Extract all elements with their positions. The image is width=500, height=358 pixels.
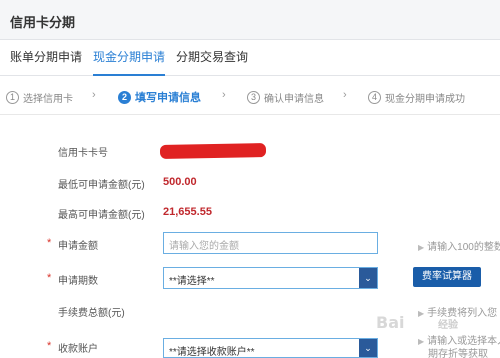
chevron-down-icon[interactable]: ⌄: [359, 268, 377, 288]
step-number: 2: [118, 90, 131, 104]
min-amount-row: 最低可申请金额(元) 500.00: [0, 176, 500, 196]
step-select-card: 1 选择信用卡: [6, 89, 73, 105]
step-number: 3: [247, 90, 260, 104]
apply-amount-input[interactable]: 请输入您的金额: [163, 232, 378, 254]
step-indicator: 1 选择信用卡 › 2 填写申请信息 › 3 确认申请信息 › 4 现金分期申请…: [0, 77, 500, 115]
max-amount-row: 最高可申请金额(元) 21,655.55: [0, 206, 500, 226]
max-amount-label: 最高可申请金额(元): [58, 210, 145, 221]
max-amount-value: 21,655.55: [163, 206, 212, 218]
step-label: 填写申请信息: [135, 92, 201, 104]
caret-right-icon: ▶: [418, 337, 425, 346]
step-label: 选择信用卡: [23, 93, 73, 105]
step-number: 4: [368, 90, 381, 104]
period-select[interactable]: **请选择** ⌄: [163, 267, 378, 289]
tab-cash-installment[interactable]: 现金分期申请: [93, 40, 166, 76]
chevron-right-icon: ›: [92, 89, 96, 101]
required-mark: *: [47, 237, 52, 249]
chevron-right-icon: ›: [343, 89, 347, 101]
chevron-down-icon[interactable]: ⌄: [359, 339, 377, 357]
fee-total-label: 手续费总额(元): [58, 308, 125, 319]
account-select[interactable]: **请选择收款账户** ⌄: [163, 338, 378, 358]
fee-calculator-button[interactable]: 费率试算器: [413, 267, 481, 287]
step-number: 1: [6, 90, 19, 104]
required-mark: *: [47, 340, 52, 352]
account-label: 收款账户: [58, 344, 98, 355]
caret-right-icon: ▶: [418, 243, 425, 252]
card-number-label: 信用卡卡号: [58, 148, 108, 159]
baidu-watermark-logo: Bai 经验: [376, 313, 476, 335]
min-amount-value: 500.00: [163, 176, 197, 188]
account-selected-value: **请选择收款账户**: [169, 347, 255, 358]
title-bar: 信用卡分期: [0, 0, 500, 40]
apply-amount-hint-text: 请输入100的整数: [427, 242, 500, 253]
page-title: 信用卡分期: [10, 15, 76, 30]
apply-amount-hint: ▶ 请输入100的整数: [418, 238, 500, 253]
step-confirm-info: 3 确认申请信息: [247, 89, 324, 105]
watermark-text: Bai: [376, 313, 405, 332]
apply-amount-label: 申请金额: [58, 241, 98, 252]
tab-bill-installment[interactable]: 账单分期申请: [10, 40, 82, 76]
step-label: 确认申请信息: [264, 93, 324, 105]
account-hint-line2: 期存折等获取: [428, 349, 488, 358]
card-number-redaction: [159, 143, 267, 159]
period-label: 申请期数: [58, 276, 98, 287]
step-fill-info: 2 填写申请信息: [118, 89, 201, 105]
watermark-sub: 经验: [438, 320, 458, 331]
chevron-right-icon: ›: [222, 89, 226, 101]
apply-amount-placeholder: 请输入您的金额: [169, 241, 239, 252]
step-success: 4 现金分期申请成功: [368, 89, 465, 105]
required-mark: *: [47, 272, 52, 284]
step-label: 现金分期申请成功: [385, 93, 465, 105]
period-selected-value: **请选择**: [169, 276, 215, 287]
tab-bar: 账单分期申请 现金分期申请 分期交易查询: [0, 40, 500, 76]
min-amount-label: 最低可申请金额(元): [58, 180, 145, 191]
tab-installment-query[interactable]: 分期交易查询: [176, 40, 248, 76]
